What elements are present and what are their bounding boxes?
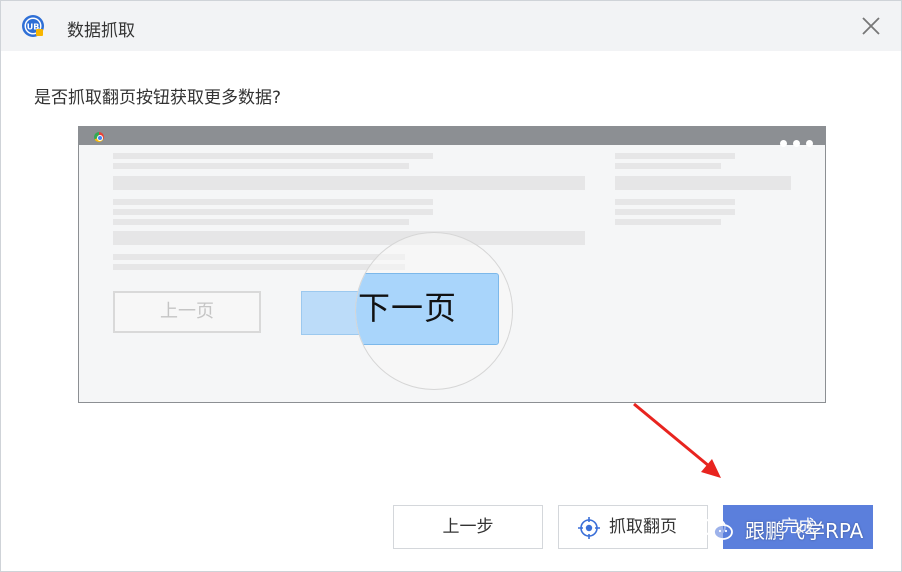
red-arrow-annotation (633, 402, 721, 478)
placeholder-line (113, 209, 433, 215)
next-page-label: 下一页 (358, 289, 458, 327)
placeholder-line (113, 254, 405, 260)
placeholder-line (615, 219, 721, 225)
wechat-icon (702, 517, 733, 540)
placeholder-line (113, 153, 433, 159)
browser-icon (94, 132, 104, 142)
zoomed-next-page-button: 下一页 (356, 273, 499, 345)
capture-pagination-button[interactable]: 抓取翻页 (558, 505, 708, 549)
placeholder-line (615, 209, 735, 215)
placeholder-line (113, 163, 409, 169)
placeholder-line (113, 219, 409, 225)
dialog-title: 数据抓取 (67, 21, 135, 41)
placeholder-block (113, 231, 585, 245)
capture-pagination-label: 抓取翻页 (609, 517, 677, 537)
placeholder-line (615, 153, 735, 159)
placeholder-line (113, 264, 405, 270)
placeholder-line (615, 163, 721, 169)
close-icon[interactable] (859, 14, 883, 38)
preview-prev-page-button: 上一页 (113, 291, 261, 333)
pagination-preview-image: 上一页 下一页 (78, 126, 826, 403)
prev-step-button[interactable]: 上一步 (393, 505, 543, 549)
uibot-logo-icon: UB (22, 15, 44, 37)
data-capture-dialog: UB 数据抓取 是否抓取翻页按钮获取更多数据? 上一页 下一页 上一步 抓取翻页… (0, 0, 902, 572)
placeholder-line (113, 199, 433, 205)
placeholder-line (615, 199, 735, 205)
preview-browser-bar (79, 127, 825, 147)
watermark-text: 跟鹏飞学RPA (745, 519, 864, 543)
dialog-titlebar: UB 数据抓取 (1, 1, 901, 51)
more-dots-icon (774, 132, 813, 151)
crosshair-target-icon (578, 517, 600, 539)
placeholder-block (113, 176, 585, 190)
capture-question: 是否抓取翻页按钮获取更多数据? (34, 88, 282, 108)
magnifier-lens: 下一页 (355, 232, 513, 390)
placeholder-block (615, 176, 791, 190)
